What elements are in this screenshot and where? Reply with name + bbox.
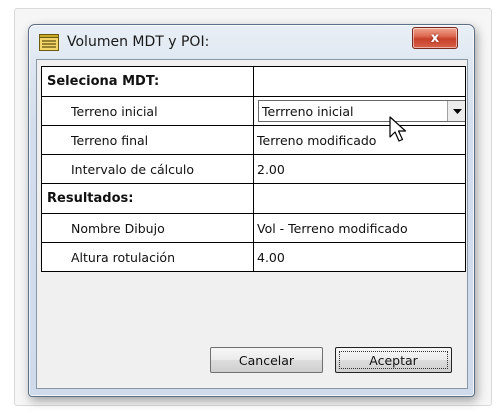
- property-grid: Seleciona MDT: Terreno inicial Terrreno …: [41, 66, 466, 272]
- chevron-down-icon: [452, 108, 462, 114]
- section-header-value: [253, 183, 466, 214]
- cancel-button[interactable]: Cancelar: [210, 347, 323, 373]
- property-value-terreno-inicial: Terrreno inicial: [253, 96, 466, 126]
- close-button[interactable]: x: [412, 27, 458, 49]
- property-row: Nombre Dibujo Vol - Terreno modificado: [41, 213, 466, 243]
- terreno-inicial-dropdown[interactable]: Terrreno inicial: [258, 100, 465, 122]
- property-value-altura[interactable]: 4.00: [253, 242, 466, 272]
- property-value-intervalo[interactable]: 2.00: [253, 154, 466, 184]
- section-header-row: Seleciona MDT:: [41, 66, 466, 97]
- title-bar[interactable]: Volumen MDT y POI: x: [29, 25, 474, 59]
- window-title: Volumen MDT y POI:: [67, 34, 210, 50]
- property-label-intervalo: Intervalo de cálculo: [41, 154, 254, 184]
- dropdown-selected-value: Terrreno inicial: [262, 104, 354, 119]
- section-header-resultados: Resultados:: [41, 183, 254, 214]
- property-row: Intervalo de cálculo 2.00: [41, 154, 466, 184]
- section-header-value: [253, 66, 466, 97]
- dialog-body: Seleciona MDT: Terreno inicial Terrreno …: [36, 59, 468, 389]
- section-header-mdt: Seleciona MDT:: [41, 66, 254, 97]
- dialog-window: Volumen MDT y POI: x Seleciona MDT: Terr…: [28, 24, 475, 397]
- close-icon: x: [430, 30, 440, 46]
- property-value-terreno-final[interactable]: Terreno modificado: [253, 125, 466, 155]
- property-row: Terreno final Terreno modificado: [41, 125, 466, 155]
- property-value-nombre-dibujo[interactable]: Vol - Terreno modificado: [253, 213, 466, 243]
- focus-rectangle: [339, 351, 448, 369]
- ok-button[interactable]: Aceptar: [335, 347, 452, 373]
- property-row: Terreno inicial Terrreno inicial: [41, 96, 466, 126]
- section-header-row: Resultados:: [41, 183, 466, 214]
- window-list-icon: [39, 34, 59, 51]
- dropdown-arrow-button[interactable]: [447, 101, 465, 121]
- property-label-terreno-final: Terreno final: [41, 125, 254, 155]
- property-row: Altura rotulación 4.00: [41, 242, 466, 272]
- property-label-nombre-dibujo: Nombre Dibujo: [41, 213, 254, 243]
- property-label-terreno-inicial: Terreno inicial: [41, 96, 254, 126]
- property-label-altura: Altura rotulación: [41, 242, 254, 272]
